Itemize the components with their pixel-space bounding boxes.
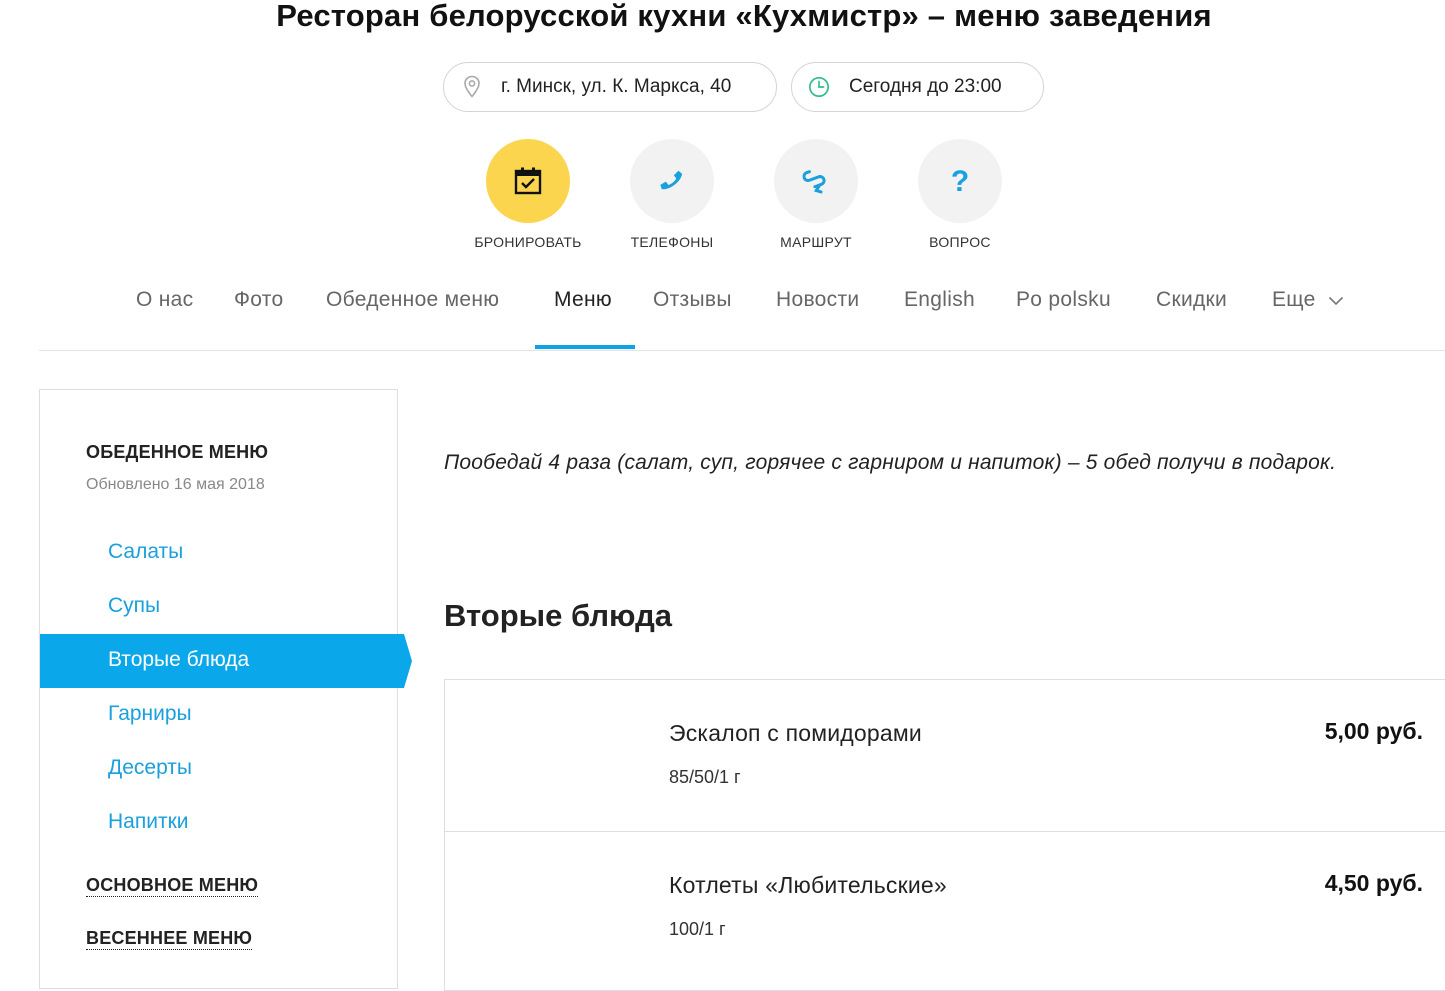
svg-text:?: ? <box>951 166 969 196</box>
sidebar-main-menu-link[interactable]: ОСНОВНОЕ МЕНЮ <box>86 874 259 897</box>
booking-button[interactable]: БРОНИРОВАТЬ <box>458 139 598 250</box>
hours-pill[interactable]: Сегодня до 23:00 <box>791 62 1044 112</box>
nav-tabs: О нас Фото Обеденное меню Меню Отзывы Но… <box>0 288 1445 320</box>
dish-price: 5,00 руб. <box>1324 718 1423 744</box>
sidebar-item-garnishes[interactable]: Гарниры <box>108 702 192 726</box>
promo-text: Пообедай 4 раза (салат, суп, горячее с г… <box>444 451 1337 474</box>
sidebar-item-main-courses[interactable]: Вторые блюда <box>108 648 249 672</box>
sidebar-updated-date: Обновлено 16 мая 2018 <box>86 476 265 493</box>
page-title: Ресторан белорусской кухни «Кухмистр» – … <box>276 0 1212 33</box>
tab-more-label: Еще <box>1272 288 1316 311</box>
calendar-check-icon <box>486 139 570 223</box>
sidebar-item-drinks[interactable]: Напитки <box>108 810 188 834</box>
tab-english[interactable]: English <box>904 288 975 312</box>
clock-icon <box>808 76 830 98</box>
tab-about[interactable]: О нас <box>136 288 193 312</box>
menu-sidebar: ОБЕДЕННОЕ МЕНЮ Обновлено 16 мая 2018 Сал… <box>39 389 412 989</box>
booking-label: БРОНИРОВАТЬ <box>474 234 582 250</box>
question-label: ВОПРОС <box>929 234 991 250</box>
active-tab-indicator <box>535 345 635 349</box>
question-icon: ? <box>918 139 1002 223</box>
dish-weight: 85/50/1 г <box>669 767 741 787</box>
menu-item[interactable]: Эскалоп с помидорами 85/50/1 г 5,00 руб. <box>444 679 1445 832</box>
tab-polish[interactable]: Po polsku <box>1016 288 1111 312</box>
tab-more[interactable]: Еще <box>1272 288 1344 312</box>
question-button[interactable]: ? ВОПРОС <box>890 139 1030 250</box>
phones-label: ТЕЛЕФОНЫ <box>630 234 714 250</box>
route-button[interactable]: МАРШРУТ <box>746 139 886 250</box>
dish-name: Эскалоп с помидорами <box>669 720 922 746</box>
dish-name: Котлеты «Любительские» <box>669 872 947 898</box>
tab-discounts[interactable]: Скидки <box>1156 288 1227 312</box>
chevron-down-icon <box>1328 288 1344 312</box>
phone-icon <box>630 139 714 223</box>
sidebar-item-desserts[interactable]: Десерты <box>108 756 192 780</box>
sidebar-spring-menu-link[interactable]: ВЕСЕННЕЕ МЕНЮ <box>86 927 253 950</box>
hours-text: Сегодня до 23:00 <box>849 76 1002 97</box>
sidebar-active-arrow <box>404 634 412 688</box>
dish-weight: 100/1 г <box>669 919 726 939</box>
sidebar-item-soups[interactable]: Супы <box>108 594 160 618</box>
tab-news[interactable]: Новости <box>776 288 859 312</box>
tab-photo[interactable]: Фото <box>234 288 283 312</box>
menu-item[interactable]: Котлеты «Любительские» 100/1 г 4,50 руб. <box>444 831 1445 991</box>
route-label: МАРШРУТ <box>780 234 852 250</box>
sidebar-current-menu-title: ОБЕДЕННОЕ МЕНЮ <box>86 442 269 462</box>
section-title: Вторые блюда <box>444 598 673 633</box>
phones-button[interactable]: ТЕЛЕФОНЫ <box>602 139 742 250</box>
tab-menu[interactable]: Меню <box>554 288 612 312</box>
tab-reviews[interactable]: Отзывы <box>653 288 732 312</box>
address-text: г. Минск, ул. К. Маркса, 40 <box>501 76 732 97</box>
route-icon <box>774 139 858 223</box>
location-pin-icon <box>461 75 483 98</box>
tabs-divider <box>39 350 1445 351</box>
sidebar-item-salads[interactable]: Салаты <box>108 540 183 564</box>
dish-price: 4,50 руб. <box>1324 870 1423 896</box>
address-pill[interactable]: г. Минск, ул. К. Маркса, 40 <box>443 62 777 112</box>
tab-lunch-menu[interactable]: Обеденное меню <box>326 288 499 312</box>
